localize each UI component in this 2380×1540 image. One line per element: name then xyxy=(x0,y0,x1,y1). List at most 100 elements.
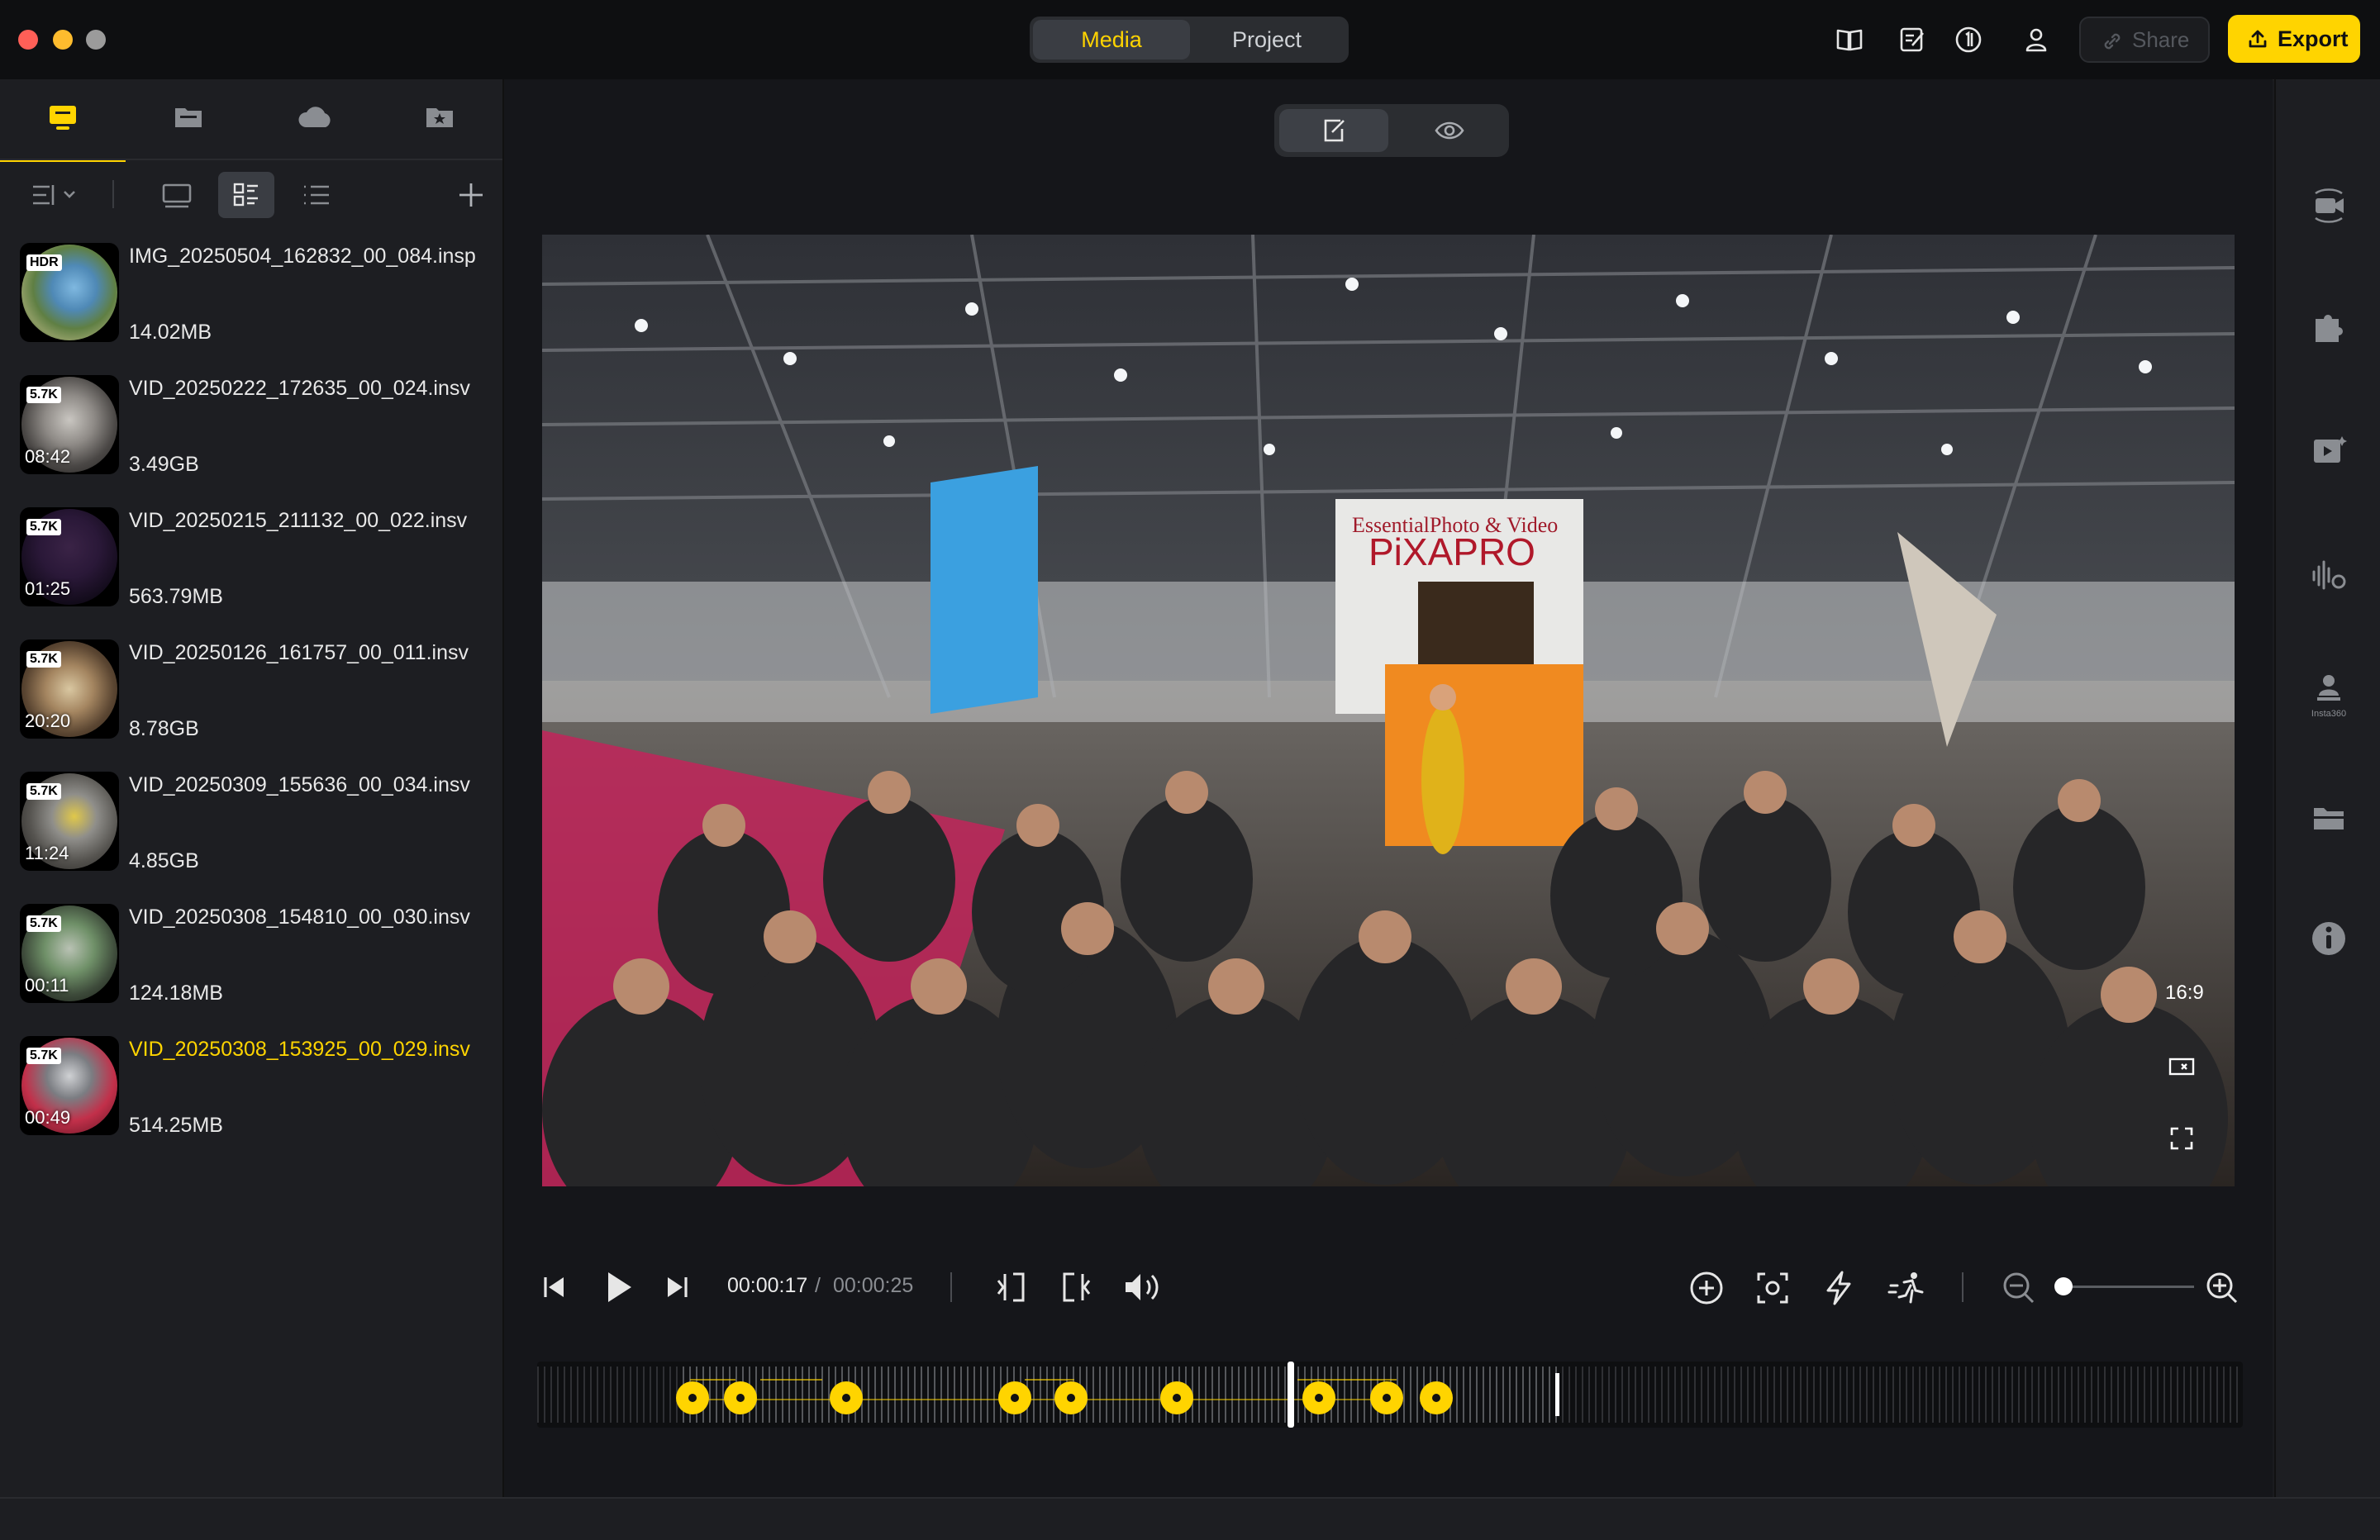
add-media-icon[interactable] xyxy=(450,172,493,218)
split-right-icon[interactable] xyxy=(1056,1269,1096,1305)
zoom-slider-track[interactable] xyxy=(2062,1286,2194,1288)
info-icon[interactable] xyxy=(2309,919,2349,958)
timeline-track[interactable] xyxy=(537,1362,2243,1428)
list-item[interactable]: 5.7K 00:11 VID_20250308_154810_00_030.in… xyxy=(20,904,491,1020)
keyframe-marker[interactable] xyxy=(1054,1381,1088,1414)
tab-project[interactable]: Project xyxy=(1188,20,1345,59)
source-tab-local[interactable] xyxy=(0,79,126,162)
export-label: Export xyxy=(2278,26,2349,51)
keyframe-marker[interactable] xyxy=(724,1381,757,1414)
source-tab-cloud[interactable] xyxy=(251,79,377,159)
list-item[interactable]: 5.7K 08:42 VID_20250222_172635_00_024.in… xyxy=(20,375,491,491)
duration: 11:24 xyxy=(25,843,69,863)
fullscreen-icon[interactable] xyxy=(2167,1124,2197,1153)
plugin-icon[interactable] xyxy=(2309,307,2349,347)
zoom-in-icon[interactable] xyxy=(2203,1269,2241,1307)
media-name: IMG_20250504_162832_00_084.insp xyxy=(129,245,476,268)
one-click-icon[interactable] xyxy=(1952,23,1985,56)
resolution-badge: 5.7K xyxy=(26,651,61,668)
camera-track-icon[interactable] xyxy=(2309,187,2349,226)
add-keyframe-icon[interactable] xyxy=(1687,1269,1726,1307)
source-tab-favorites[interactable] xyxy=(377,79,502,159)
share-button[interactable]: Share xyxy=(2079,17,2210,63)
ai-edit-icon[interactable] xyxy=(2309,431,2349,471)
volume-icon[interactable] xyxy=(1121,1269,1164,1305)
keyframe-marker[interactable] xyxy=(998,1381,1031,1414)
booth-sign: PiXAPRO xyxy=(1368,530,1535,573)
zoom-out-icon[interactable] xyxy=(2000,1269,2038,1307)
large-view-icon[interactable] xyxy=(155,172,198,218)
user-account-icon[interactable] xyxy=(2020,23,2053,56)
edit-icon xyxy=(1324,119,1345,142)
resolution-badge: 5.7K xyxy=(26,519,61,535)
media-size: 563.79MB xyxy=(129,585,223,608)
grid-view-icon xyxy=(233,183,258,207)
preview-mode-button[interactable] xyxy=(1395,109,1504,152)
resolution-badge: 5.7K xyxy=(26,387,61,403)
zoom-slider-handle[interactable] xyxy=(2054,1277,2073,1295)
export-button[interactable]: Export xyxy=(2228,15,2360,63)
resolution-badge: 5.7K xyxy=(26,915,61,932)
editor-area: EssentialPhoto & Video PiXAPRO 16:9 00:0… xyxy=(504,79,2273,1497)
local-computer-icon xyxy=(50,106,76,130)
crop-icon[interactable] xyxy=(2167,1054,2197,1081)
total-time: 00:00:25 xyxy=(833,1274,914,1297)
duration: 01:25 xyxy=(25,578,71,599)
grid-view-button[interactable] xyxy=(218,172,274,218)
status-bar xyxy=(0,1497,2380,1540)
sort-icon[interactable] xyxy=(30,172,79,218)
insta360-icon[interactable] xyxy=(2309,671,2349,711)
resolution-badge: 5.7K xyxy=(26,783,61,800)
controls-divider xyxy=(1962,1272,1963,1302)
keyframe-marker[interactable] xyxy=(1302,1381,1335,1414)
current-time: 00:00:17 xyxy=(727,1274,808,1297)
book-icon[interactable] xyxy=(1833,23,1866,56)
keyframe-marker[interactable] xyxy=(676,1381,709,1414)
edit-notes-icon[interactable] xyxy=(1896,23,1929,56)
playhead[interactable] xyxy=(1288,1362,1294,1428)
zoom-window-button[interactable] xyxy=(86,30,106,50)
folder-icon xyxy=(175,108,202,127)
audio-settings-icon[interactable] xyxy=(2309,555,2349,595)
media-name: VID_20250126_161757_00_011.insv xyxy=(129,641,469,664)
link-icon xyxy=(2104,33,2121,50)
motion-icon[interactable] xyxy=(1886,1269,1927,1307)
media-name: VID_20250308_153925_00_029.insv xyxy=(129,1038,470,1061)
title-bar: Media Project Share Export xyxy=(0,0,2380,80)
view-divider xyxy=(112,180,114,208)
media-name: VID_20250215_211132_00_022.insv xyxy=(129,509,468,532)
media-size: 4.85GB xyxy=(129,849,199,872)
list-item[interactable]: HDR IMG_20250504_162832_00_084.insp 14.0… xyxy=(20,243,491,359)
tab-media[interactable]: Media xyxy=(1033,20,1190,59)
list-item[interactable]: 5.7K 01:25 VID_20250215_211132_00_022.in… xyxy=(20,507,491,623)
list-item[interactable]: 5.7K 11:24 VID_20250309_155636_00_034.in… xyxy=(20,772,491,887)
aspect-ratio-label[interactable]: 16:9 xyxy=(2165,982,2204,1005)
media-name: VID_20250308_154810_00_030.insv xyxy=(129,905,470,929)
duration: 00:11 xyxy=(25,975,69,996)
video-preview[interactable]: EssentialPhoto & Video PiXAPRO 16:9 xyxy=(542,235,2235,1186)
list-item[interactable]: 5.7K 20:20 VID_20250126_161757_00_011.in… xyxy=(20,639,491,755)
list-item-selected[interactable]: 5.7K 00:49 VID_20250308_153925_00_029.in… xyxy=(20,1036,491,1152)
split-left-icon[interactable] xyxy=(992,1269,1031,1305)
source-tab-folder[interactable] xyxy=(126,79,251,159)
media-project-switch: Media Project xyxy=(1030,17,1349,63)
flash-icon[interactable] xyxy=(1820,1269,1858,1307)
media-size: 514.25MB xyxy=(129,1114,223,1137)
close-window-button[interactable] xyxy=(18,30,38,50)
edit-mode-button[interactable] xyxy=(1279,109,1388,152)
skip-forward-icon[interactable] xyxy=(661,1271,694,1304)
media-name: VID_20250309_155636_00_034.insv xyxy=(129,773,470,796)
keyframe-marker[interactable] xyxy=(1160,1381,1193,1414)
duration: 20:20 xyxy=(25,711,71,731)
play-icon[interactable] xyxy=(598,1267,638,1307)
eye-icon xyxy=(1435,121,1464,140)
keyframe-marker[interactable] xyxy=(1370,1381,1403,1414)
deep-track-icon[interactable] xyxy=(1754,1269,1792,1307)
keyframe-marker[interactable] xyxy=(830,1381,863,1414)
keyframe-marker[interactable] xyxy=(1420,1381,1453,1414)
list-view-icon[interactable] xyxy=(294,172,337,218)
skip-back-icon[interactable] xyxy=(537,1271,570,1304)
minimize-window-button[interactable] xyxy=(53,30,73,50)
folder-icon[interactable] xyxy=(2309,798,2349,838)
media-size: 14.02MB xyxy=(129,321,212,344)
